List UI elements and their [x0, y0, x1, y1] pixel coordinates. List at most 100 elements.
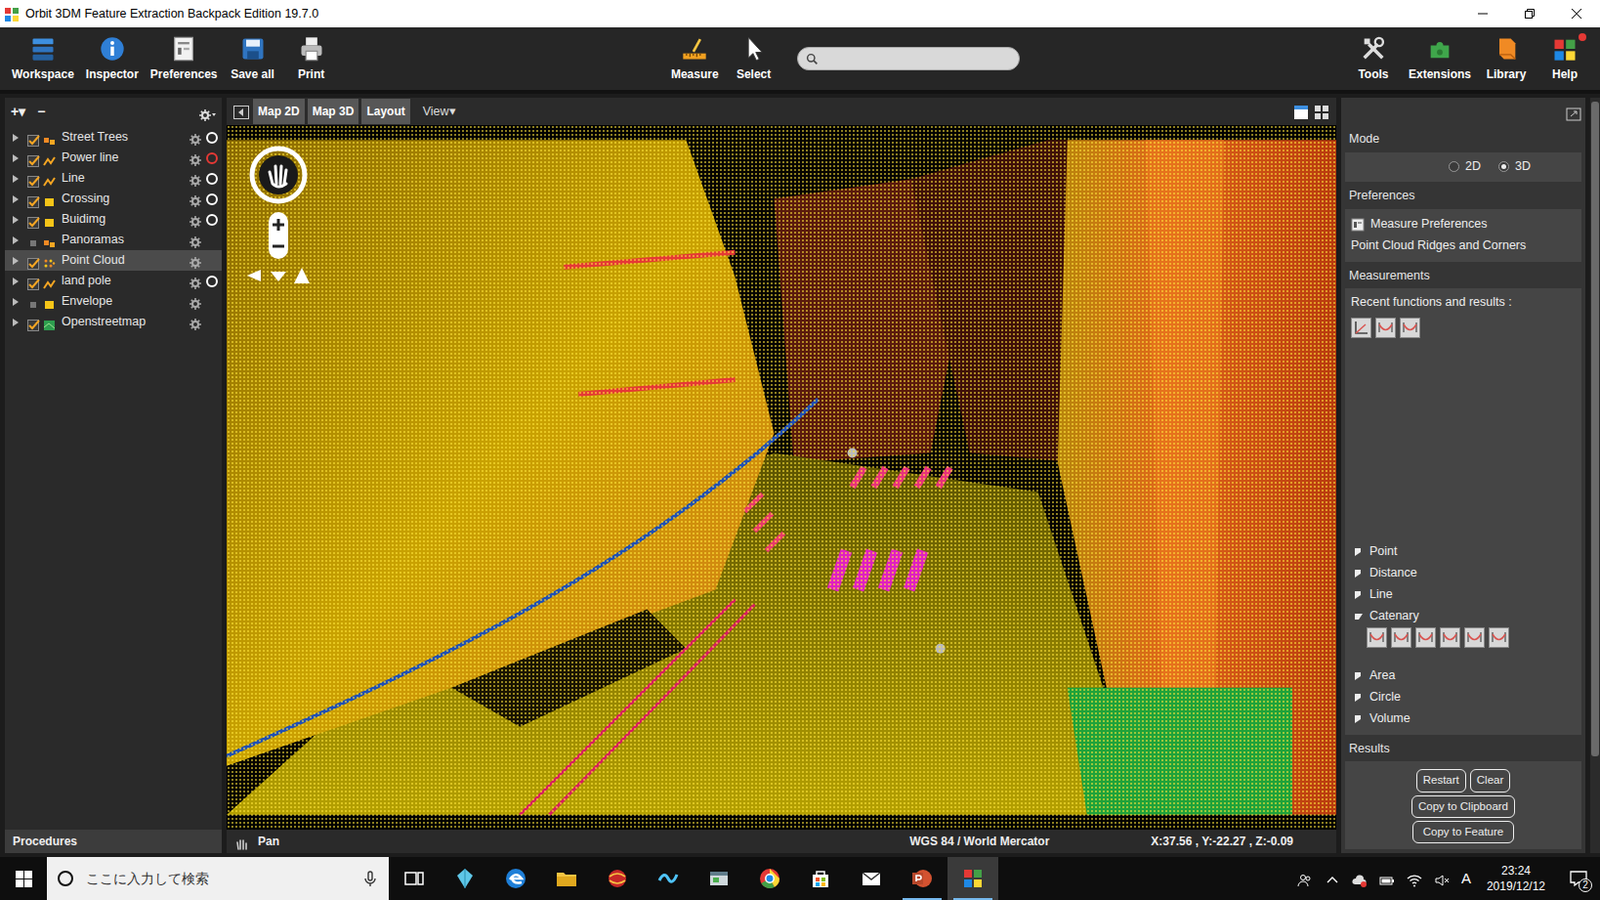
layer-settings-icon[interactable]	[188, 253, 203, 268]
split-view-icon[interactable]	[1312, 102, 1331, 121]
layer-settings-icon[interactable]	[188, 212, 203, 227]
catenary-measure-icon[interactable]	[1439, 627, 1461, 648]
visibility-checkbox[interactable]	[27, 254, 42, 267]
measure-group[interactable]: Distance	[1350, 562, 1576, 585]
point-cloud-viewport[interactable]	[226, 125, 1337, 830]
layer-settings-icon[interactable]	[188, 315, 203, 330]
snap-toggle[interactable]	[206, 275, 218, 288]
expand-arrow[interactable]	[1354, 693, 1361, 702]
orbit-viewer-icon[interactable]	[591, 856, 643, 900]
add-layer-button[interactable]: +▾	[10, 101, 26, 123]
task-view-icon[interactable]	[388, 856, 440, 900]
expand-arrow[interactable]	[12, 215, 19, 224]
layer-row[interactable]: Point Cloud	[4, 250, 222, 271]
layer-row[interactable]: Openstreetmap	[4, 311, 222, 333]
visibility-checkbox[interactable]	[27, 234, 42, 247]
single-view-icon[interactable]	[1292, 102, 1310, 121]
catenary-measure-icon[interactable]	[1366, 627, 1388, 648]
expand-arrow[interactable]	[1354, 613, 1363, 620]
layer-settings-icon[interactable]	[188, 130, 203, 145]
expand-arrow[interactable]	[12, 133, 19, 142]
expand-arrow[interactable]	[1354, 547, 1361, 556]
visibility-checkbox[interactable]	[27, 275, 42, 288]
store-icon[interactable]	[795, 856, 846, 900]
snap-toggle[interactable]	[206, 172, 218, 185]
measure-group[interactable]: Line	[1350, 584, 1576, 606]
layer-settings-icon[interactable]	[188, 233, 203, 248]
visibility-checkbox[interactable]	[27, 131, 42, 144]
result-button[interactable]: Restart	[1416, 768, 1467, 792]
visibility-checkbox[interactable]	[27, 316, 42, 329]
blue-app-icon[interactable]	[642, 856, 694, 900]
measure-group[interactable]: Catenary	[1350, 605, 1576, 628]
edge-icon[interactable]	[490, 856, 542, 900]
visibility-checkbox[interactable]	[27, 152, 42, 165]
layer-row[interactable]: Envelope	[4, 291, 222, 312]
expand-arrow[interactable]	[1354, 569, 1361, 578]
expand-arrow[interactable]	[12, 236, 19, 245]
catenary-measure-icon[interactable]	[1399, 317, 1421, 338]
visibility-checkbox[interactable]	[27, 193, 42, 206]
crystal-app-icon[interactable]	[439, 856, 491, 900]
view-tab[interactable]: Map 2D	[252, 98, 305, 125]
toolbar-button[interactable]: Extensions	[1402, 33, 1477, 85]
orbit-hand-icon[interactable]	[248, 144, 309, 206]
expand-arrow[interactable]	[12, 174, 19, 183]
expand-arrow[interactable]	[12, 154, 19, 163]
view-tab[interactable]: Map 3D	[307, 98, 360, 125]
chrome-icon[interactable]	[744, 856, 796, 900]
preference-link[interactable]: Measure Preferences	[1350, 213, 1576, 236]
layer-row[interactable]: Panoramas	[4, 229, 222, 251]
catenary-measure-icon[interactable]	[1390, 627, 1412, 648]
procedures-tab[interactable]: Procedures	[4, 829, 222, 853]
layer-row[interactable]: Crossing	[4, 188, 222, 210]
measure-group[interactable]: Point	[1350, 541, 1576, 563]
snap-toggle[interactable]	[206, 213, 218, 226]
result-button[interactable]: Clear	[1470, 768, 1511, 792]
layer-settings-icon[interactable]	[188, 171, 203, 186]
result-button[interactable]: Copy to Feature	[1412, 820, 1515, 843]
preference-link[interactable]: Point Cloud Ridges and Corners	[1350, 235, 1576, 257]
visibility-checkbox[interactable]	[27, 172, 42, 185]
collapse-panel-icon[interactable]	[232, 102, 251, 121]
layer-row[interactable]: land pole	[4, 270, 222, 292]
window-app-icon[interactable]	[693, 856, 745, 900]
microphone-icon[interactable]	[361, 869, 379, 888]
expand-arrow[interactable]	[12, 195, 19, 204]
layer-row[interactable]: Street Trees	[4, 126, 222, 148]
toolbar-button[interactable]: Inspector	[80, 33, 145, 85]
view-tab[interactable]: Layout	[361, 98, 410, 125]
catenary-measure-icon[interactable]	[1488, 627, 1510, 648]
visibility-checkbox[interactable]	[27, 213, 42, 226]
mode-radio[interactable]: 2D	[1448, 157, 1481, 176]
toolbar-button[interactable]: Library	[1476, 33, 1536, 85]
layer-settings-icon[interactable]	[188, 192, 203, 207]
measure-group[interactable]: Area	[1350, 665, 1576, 687]
cloud-error-icon[interactable]	[1351, 870, 1368, 886]
measure-group[interactable]: Circle	[1350, 686, 1576, 709]
snap-toggle[interactable]	[206, 131, 218, 144]
expand-arrow[interactable]	[1354, 715, 1361, 723]
radio-button[interactable]	[1448, 161, 1460, 172]
orbit-app-icon[interactable]	[947, 856, 999, 900]
ime-indicator[interactable]: A	[1461, 867, 1472, 890]
mode-radio[interactable]: 3D	[1498, 157, 1531, 176]
catenary-measure-icon[interactable]	[1464, 627, 1485, 648]
layer-row[interactable]: Power line	[4, 147, 222, 169]
catenary-measure-icon[interactable]	[1375, 317, 1396, 338]
layer-row[interactable]: Line	[4, 168, 222, 189]
toolbar-button[interactable]: Tools	[1344, 33, 1403, 85]
snap-toggle[interactable]	[206, 152, 218, 165]
toolbar-button[interactable]: Help	[1535, 33, 1595, 85]
catenary-measure-icon[interactable]	[1415, 627, 1436, 648]
measure-group[interactable]: Volume	[1350, 708, 1576, 730]
gear-icon[interactable]	[198, 104, 216, 119]
pan-arrows-icon[interactable]	[245, 265, 312, 286]
toolbar-button[interactable]: Select	[724, 33, 784, 85]
toolbar-button[interactable]: Save all	[223, 33, 283, 85]
snap-toggle[interactable]	[206, 193, 218, 206]
expand-arrow[interactable]	[12, 277, 19, 286]
powerpoint-icon[interactable]	[896, 856, 948, 900]
search-input[interactable]	[822, 48, 1011, 69]
layer-row[interactable]: Buidimg	[4, 209, 222, 230]
